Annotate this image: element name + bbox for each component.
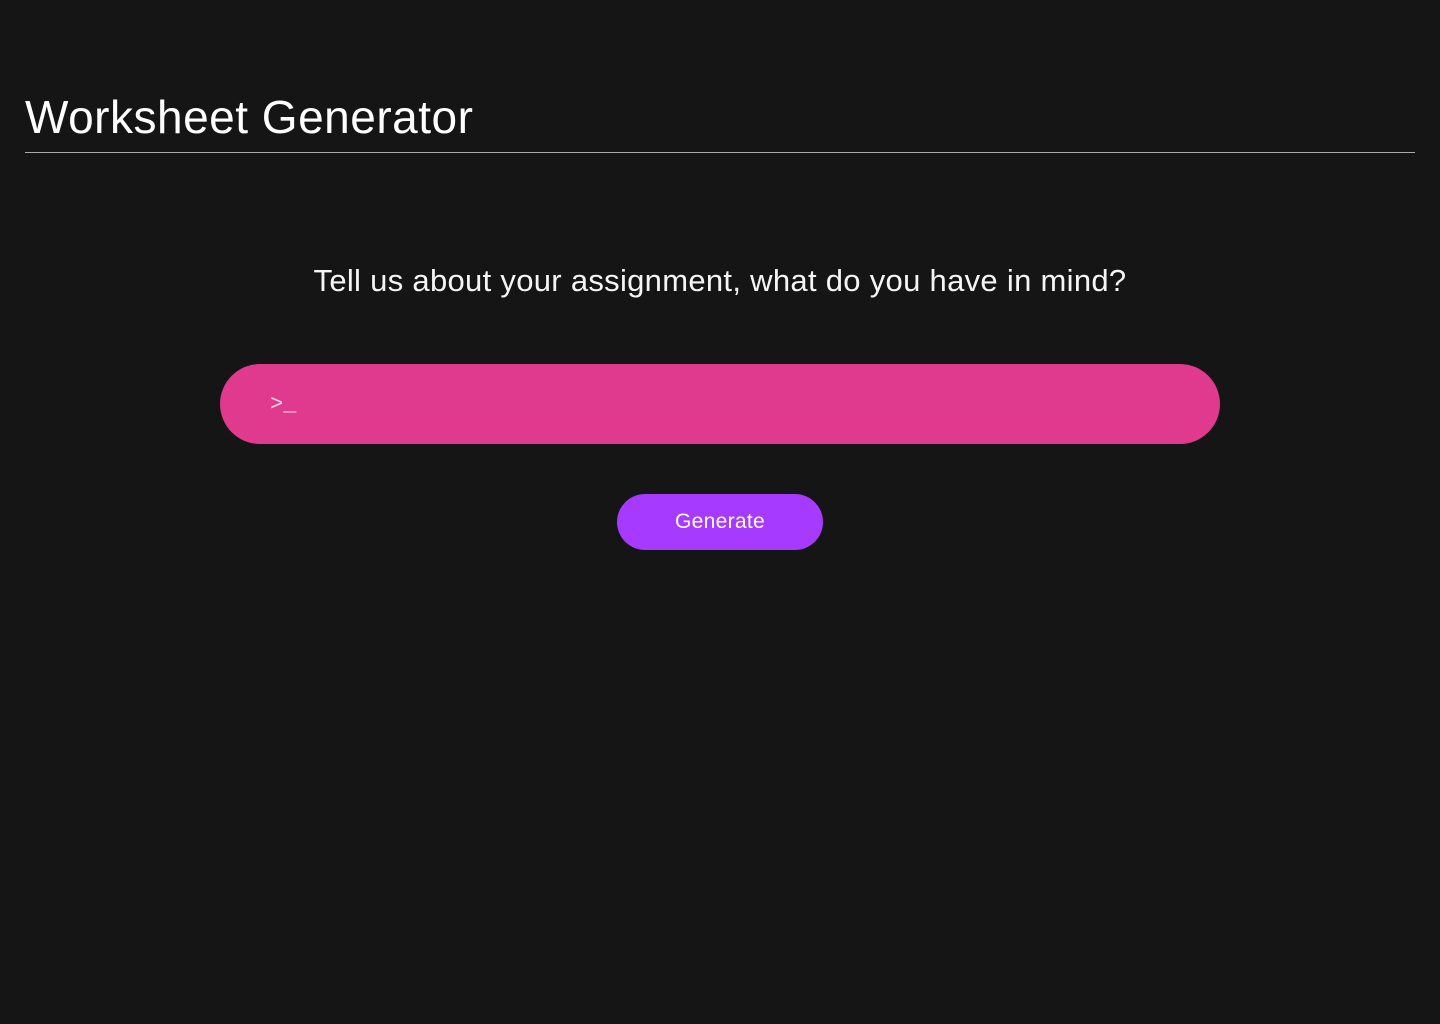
page-title: Worksheet Generator xyxy=(25,90,1415,153)
app-container: Worksheet Generator Tell us about your a… xyxy=(0,0,1440,550)
prompt-label: Tell us about your assignment, what do y… xyxy=(314,263,1127,299)
prompt-input-wrapper xyxy=(220,364,1220,444)
main-content: Tell us about your assignment, what do y… xyxy=(25,263,1415,550)
generate-button[interactable]: Generate xyxy=(617,494,823,550)
prompt-input[interactable] xyxy=(270,392,1170,417)
